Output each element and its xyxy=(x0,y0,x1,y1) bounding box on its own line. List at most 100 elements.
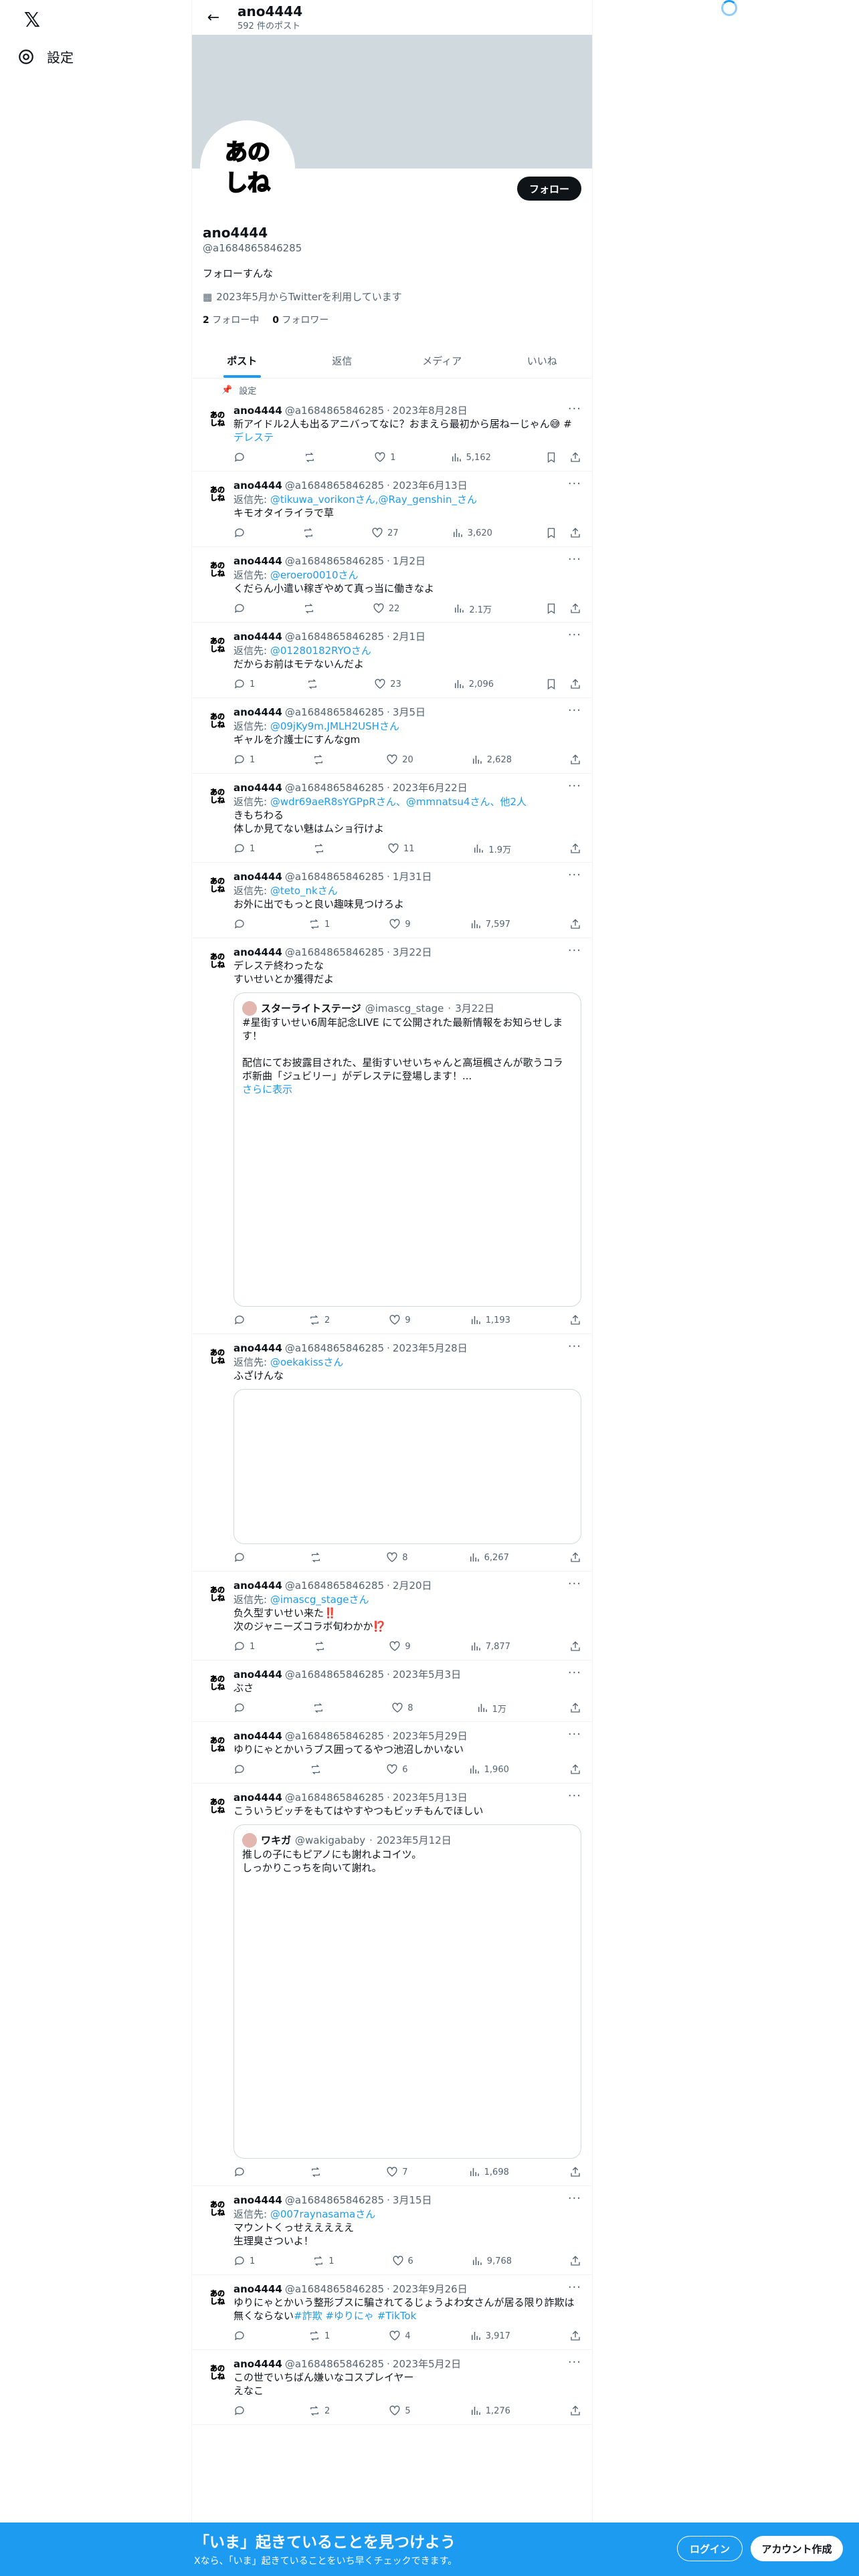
tweet-author-handle[interactable]: @a1684865846285 xyxy=(285,555,384,567)
tweet[interactable]: あの しね ··· ano4444 @a1684865846285 · 2023… xyxy=(192,397,592,471)
more-icon[interactable]: ··· xyxy=(568,552,581,566)
views-button[interactable]: 2,628 xyxy=(471,754,512,766)
like-button[interactable]: 11 xyxy=(387,843,415,855)
reply-button[interactable]: 1 xyxy=(233,1640,255,1652)
reply-to-link[interactable]: @01280182RYOさん xyxy=(270,645,371,657)
views-button[interactable]: 6,267 xyxy=(468,1551,509,1564)
back-button[interactable]: ← xyxy=(201,5,225,29)
signup-button[interactable]: アカウント作成 xyxy=(751,2536,843,2561)
like-button[interactable]: 22 xyxy=(373,603,399,615)
like-button[interactable]: 6 xyxy=(392,2255,413,2267)
views-button[interactable]: 5,162 xyxy=(450,451,491,463)
views-button[interactable]: 1,960 xyxy=(468,1763,509,1776)
tweet-author-handle[interactable]: @a1684865846285 xyxy=(285,631,384,643)
retweet-button[interactable] xyxy=(306,678,322,690)
tweet-author-name[interactable]: ano4444 xyxy=(233,1730,282,1742)
reply-button[interactable]: 1 xyxy=(233,843,255,855)
tweet-author-handle[interactable]: @a1684865846285 xyxy=(285,706,384,718)
more-icon[interactable]: ··· xyxy=(568,1789,581,1803)
tweet-author-name[interactable]: ano4444 xyxy=(233,2358,282,2370)
reply-to-link[interactable]: @eroero0010さん xyxy=(270,569,359,581)
avatar[interactable]: あの しね xyxy=(204,406,231,433)
share-icon[interactable] xyxy=(569,1551,581,1564)
share-icon[interactable] xyxy=(569,2330,581,2342)
share-icon[interactable] xyxy=(569,2255,581,2267)
share-icon[interactable] xyxy=(569,451,581,463)
tab-media[interactable]: メディア xyxy=(392,344,492,378)
tweet-author-name[interactable]: ano4444 xyxy=(233,1792,282,1804)
like-button[interactable]: 8 xyxy=(386,1551,408,1564)
tweet-author-name[interactable]: ano4444 xyxy=(233,405,282,417)
like-button[interactable]: 7 xyxy=(386,2166,408,2178)
tweet-author-handle[interactable]: @a1684865846285 xyxy=(285,1342,384,1354)
retweet-button[interactable] xyxy=(302,527,318,539)
tweet-date[interactable]: 3月22日 xyxy=(393,945,432,959)
reply-to-link[interactable]: @09jKy9m.JMLH2USHさん xyxy=(270,720,399,732)
avatar[interactable]: あの しね xyxy=(204,2284,231,2311)
tweet-author-handle[interactable]: @a1684865846285 xyxy=(285,1669,384,1681)
tweet-date[interactable]: 2023年5月2日 xyxy=(393,2357,461,2371)
like-button[interactable]: 6 xyxy=(386,1763,408,1776)
tweet-date[interactable]: 1月2日 xyxy=(393,554,425,568)
tweet-date[interactable]: 3月5日 xyxy=(393,705,425,719)
avatar[interactable]: あの しね xyxy=(204,783,231,810)
more-icon[interactable]: ··· xyxy=(568,1666,581,1680)
avatar[interactable]: あの しね xyxy=(204,1581,231,1608)
tweet-date[interactable]: 2023年5月28日 xyxy=(393,1341,468,1355)
views-button[interactable]: 2,096 xyxy=(453,678,494,690)
reply-to-link[interactable]: @imascg_stageさん xyxy=(270,1594,369,1606)
tweet[interactable]: あの しね ··· ano4444 @a1684865846285 · 2023… xyxy=(192,1722,592,1784)
views-button[interactable]: 1,698 xyxy=(468,2166,509,2178)
more-icon[interactable]: ··· xyxy=(568,628,581,642)
tweet-author-name[interactable]: ano4444 xyxy=(233,2194,282,2206)
bookmark-icon[interactable] xyxy=(545,451,557,463)
tweet-author-handle[interactable]: @a1684865846285 xyxy=(285,405,384,417)
reply-button[interactable] xyxy=(233,527,250,539)
share-icon[interactable] xyxy=(569,754,581,766)
login-button[interactable]: ログイン xyxy=(677,2536,743,2561)
tweet[interactable]: あの しね ··· ano4444 @a1684865846285 · 2023… xyxy=(192,2350,592,2425)
views-button[interactable]: 1万 xyxy=(476,1702,506,1715)
avatar[interactable]: あの しね xyxy=(204,1344,231,1370)
retweet-button[interactable] xyxy=(312,754,328,766)
reply-button[interactable]: 1 xyxy=(233,754,255,766)
views-button[interactable]: 9,768 xyxy=(471,2255,512,2267)
share-icon[interactable] xyxy=(569,1640,581,1652)
more-icon[interactable]: ··· xyxy=(568,402,581,416)
like-button[interactable]: 9 xyxy=(389,1314,411,1326)
views-button[interactable]: 3,620 xyxy=(452,527,492,539)
tweet[interactable]: あの しね ··· ano4444 @a1684865846285 · 2023… xyxy=(192,1334,592,1572)
bookmark-icon[interactable] xyxy=(545,603,557,615)
tweet[interactable]: あの しね ··· ano4444 @a1684865846285 · 2023… xyxy=(192,774,592,863)
tweet[interactable]: あの しね ··· ano4444 @a1684865846285 · 2023… xyxy=(192,2275,592,2350)
share-icon[interactable] xyxy=(569,2166,581,2178)
share-icon[interactable] xyxy=(569,918,581,930)
like-button[interactable]: 9 xyxy=(389,1640,411,1652)
avatar[interactable]: あの しね xyxy=(204,708,231,734)
tweet[interactable]: あの しね ··· ano4444 @a1684865846285 · 3月22… xyxy=(192,938,592,1334)
tweet[interactable]: あの しね ··· ano4444 @a1684865846285 · 3月15… xyxy=(192,2186,592,2275)
views-button[interactable]: 1.9万 xyxy=(472,843,511,855)
more-icon[interactable]: ··· xyxy=(568,1339,581,1354)
reply-button[interactable] xyxy=(233,603,250,615)
reply-to-link[interactable]: @teto_nkさん xyxy=(270,885,338,897)
retweet-button[interactable]: 1 xyxy=(308,2330,330,2342)
reply-to-link[interactable]: @wdr69aeR8sYGPpRさん、@mmnatsu4さん、他2人 xyxy=(270,796,527,808)
tweet[interactable]: あの しね ··· ano4444 @a1684865846285 · 2023… xyxy=(192,1660,592,1722)
avatar[interactable]: あの しね xyxy=(204,2195,231,2222)
reply-button[interactable] xyxy=(233,2405,250,2417)
reply-to-link[interactable]: @007raynasamaさん xyxy=(270,2208,375,2220)
like-button[interactable]: 23 xyxy=(374,678,401,690)
avatar[interactable]: あの しね xyxy=(204,632,231,659)
share-icon[interactable] xyxy=(569,2405,581,2417)
tweet-author-handle[interactable]: @a1684865846285 xyxy=(285,871,384,883)
views-button[interactable]: 1,193 xyxy=(470,1314,510,1326)
like-button[interactable]: 20 xyxy=(386,754,413,766)
reply-to-link[interactable]: @tikuwa_vorikonさん,@Ray_genshin_さん xyxy=(270,494,477,506)
like-button[interactable]: 1 xyxy=(374,451,396,463)
bookmark-icon[interactable] xyxy=(545,527,557,539)
like-button[interactable]: 5 xyxy=(389,2405,411,2417)
x-logo-icon[interactable]: 𝕏 xyxy=(19,7,45,33)
tweet[interactable]: あの しね ··· ano4444 @a1684865846285 · 2月1日… xyxy=(192,623,592,698)
avatar[interactable]: あの しね xyxy=(204,1670,231,1697)
